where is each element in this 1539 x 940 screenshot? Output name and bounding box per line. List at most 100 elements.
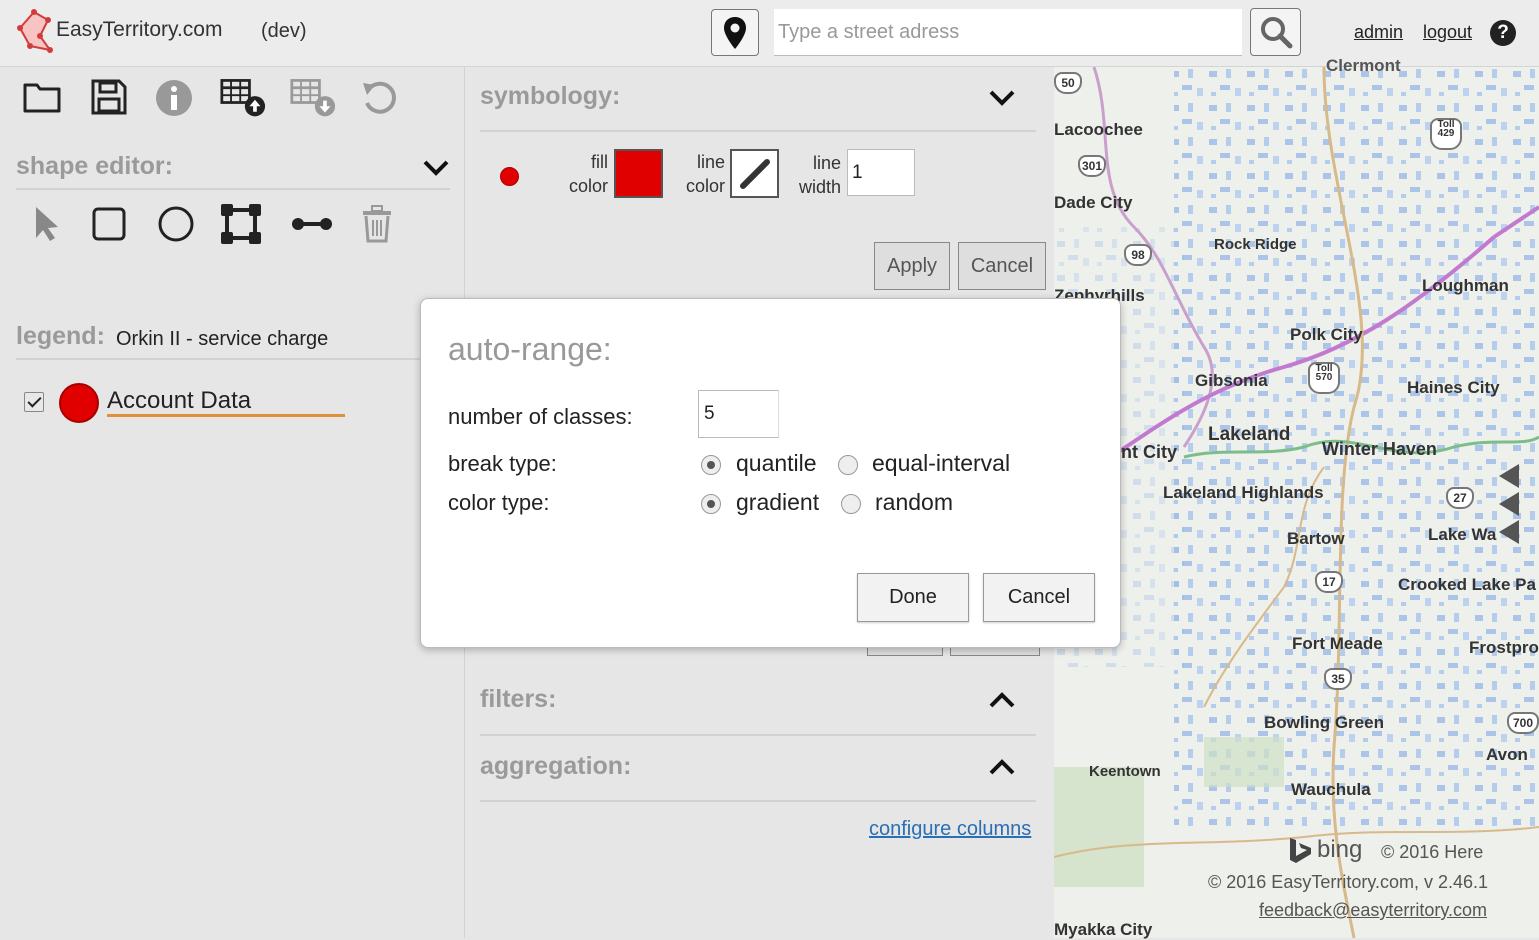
- polygon-icon[interactable]: [218, 201, 264, 247]
- search-icon: [1260, 17, 1292, 49]
- map-place-label: Lacoochee: [1054, 120, 1143, 139]
- highway-shield: 27: [1446, 487, 1474, 509]
- save-icon[interactable]: [86, 74, 132, 120]
- help-icon[interactable]: ?: [1490, 20, 1516, 46]
- table-download-icon[interactable]: [290, 74, 336, 120]
- map-place-label: nt City: [1121, 442, 1177, 462]
- dialog-title: auto-range:: [448, 331, 612, 367]
- locate-pin-icon: [724, 16, 746, 49]
- highway-shield: 50: [1054, 72, 1082, 94]
- divider: [480, 734, 1036, 736]
- table-upload-icon[interactable]: [220, 74, 266, 120]
- circle-icon[interactable]: [153, 201, 199, 247]
- highway-shield: Toll 570: [1308, 362, 1340, 394]
- trash-icon[interactable]: [354, 201, 400, 247]
- line-color-label-line2: color: [685, 176, 725, 196]
- line-color-swatch[interactable]: [730, 149, 779, 198]
- map-place-label: Gibsonia: [1195, 371, 1268, 390]
- line-color-label: line color: [670, 150, 725, 198]
- select-arrow-icon[interactable]: [22, 201, 68, 247]
- map-place-label: Lake Wa: [1428, 525, 1497, 544]
- equal-interval-label[interactable]: equal-interval: [872, 450, 1010, 477]
- equal-interval-radio[interactable]: [838, 455, 858, 475]
- dialog-cancel-button[interactable]: Cancel: [983, 573, 1095, 622]
- filters-title: filters:: [480, 685, 557, 713]
- gradient-radio[interactable]: [701, 494, 721, 514]
- quantile-label[interactable]: quantile: [736, 450, 817, 477]
- map-place-label: Rock Ridge: [1214, 236, 1297, 253]
- line-width-label-line2: width: [798, 177, 841, 197]
- highway-shield: Toll 429: [1430, 118, 1462, 150]
- color-type-label: color type:: [448, 490, 550, 515]
- info-icon[interactable]: [151, 75, 197, 121]
- chevron-down-icon[interactable]: [422, 158, 450, 178]
- address-search-input[interactable]: [774, 9, 1242, 56]
- admin-link[interactable]: admin: [1354, 22, 1403, 43]
- apply-button[interactable]: Apply: [874, 242, 950, 290]
- divider: [480, 800, 1036, 802]
- highway-shield: 700: [1507, 712, 1539, 734]
- layer-symbol-swatch[interactable]: [59, 383, 99, 423]
- map-place-label: Polk City: [1290, 325, 1363, 344]
- logout-link[interactable]: logout: [1423, 22, 1472, 43]
- map-place-label: Wauchula: [1291, 780, 1371, 799]
- easyterritory-logo: [17, 9, 53, 53]
- shape-editor-title: shape editor:: [16, 152, 173, 180]
- break-type-label: break type:: [448, 451, 557, 476]
- highway-shield: 17: [1315, 571, 1343, 593]
- line-width-input[interactable]: 1: [847, 149, 915, 196]
- locate-button[interactable]: [711, 9, 759, 56]
- random-radio[interactable]: [841, 494, 861, 514]
- map-place-label: Crooked Lake Pa: [1398, 575, 1536, 594]
- gradient-label[interactable]: gradient: [736, 489, 819, 516]
- classes-value: 5: [704, 403, 715, 424]
- fill-label-line2: color: [568, 176, 608, 196]
- map-place-label: Bowling Green: [1264, 713, 1384, 732]
- symbol-preview: [500, 167, 519, 186]
- fill-color-label: fill color: [553, 150, 608, 198]
- map-place-label: Bartow: [1287, 529, 1345, 548]
- bing-text: bing: [1317, 836, 1363, 863]
- environment-label: (dev): [261, 20, 307, 42]
- left-panel: [0, 67, 465, 938]
- chevron-down-icon[interactable]: [988, 88, 1016, 108]
- map-place-label: Keentown: [1089, 763, 1161, 780]
- map-pan-arrows-icon[interactable]: [1497, 462, 1521, 546]
- layer-visibility-checkbox[interactable]: [24, 392, 44, 412]
- chevron-up-icon[interactable]: [988, 757, 1016, 777]
- search-button[interactable]: [1250, 8, 1301, 56]
- symbology-title: symbology:: [480, 82, 621, 110]
- map-copyright: © 2016 Here: [1381, 842, 1484, 862]
- rectangle-icon[interactable]: [86, 201, 132, 247]
- map-place-label: Loughman: [1422, 276, 1509, 295]
- quantile-radio[interactable]: [701, 455, 721, 475]
- map-place-label: Winter Haven: [1322, 439, 1437, 459]
- open-folder-icon[interactable]: [19, 74, 65, 120]
- cancel-button[interactable]: Cancel: [958, 242, 1046, 290]
- divider: [16, 358, 436, 360]
- app-version: © 2016 EasyTerritory.com, v 2.46.1: [1208, 872, 1489, 892]
- line-width-label: line width: [785, 151, 841, 199]
- undo-icon[interactable]: [356, 74, 402, 120]
- app-title: EasyTerritory.com: [56, 18, 223, 41]
- line-color-label-line1: line: [696, 152, 725, 172]
- number-of-classes-input[interactable]: 5: [698, 390, 779, 438]
- classes-label: number of classes:: [448, 404, 633, 429]
- auto-range-dialog: auto-range: number of classes: 5 break t…: [420, 298, 1121, 648]
- legend-layer-label[interactable]: Account Data: [107, 387, 251, 415]
- highway-shield: 98: [1124, 244, 1152, 266]
- random-label[interactable]: random: [875, 489, 953, 516]
- legend-subtitle: Orkin II - service charge: [116, 328, 329, 350]
- highway-shield: 301: [1078, 155, 1106, 177]
- fill-color-swatch[interactable]: [614, 149, 663, 198]
- map-place-label: Avon: [1486, 745, 1528, 764]
- configure-columns-link[interactable]: configure columns: [869, 818, 1031, 841]
- feedback-link[interactable]: feedback@easyterritory.com: [1259, 900, 1487, 921]
- line-icon[interactable]: [289, 201, 335, 247]
- done-button[interactable]: Done: [857, 573, 969, 622]
- chevron-up-icon[interactable]: [988, 690, 1016, 710]
- bing-icon: [1290, 838, 1311, 863]
- legend-title: legend:: [16, 322, 105, 350]
- line-color-icon: [739, 158, 770, 189]
- highway-shield: 35: [1324, 668, 1352, 690]
